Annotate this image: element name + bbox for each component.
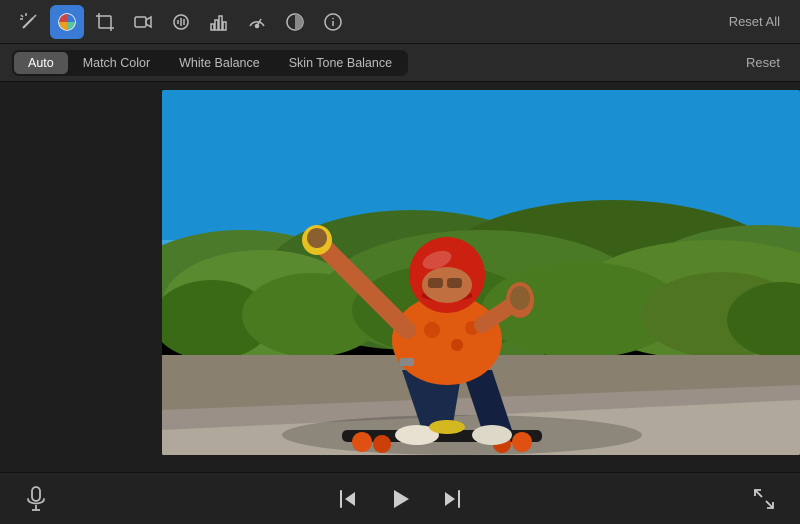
tab-match-color[interactable]: Match Color — [69, 52, 164, 74]
histogram-icon[interactable] — [202, 5, 236, 39]
info-icon[interactable] — [316, 5, 350, 39]
fullscreen-button[interactable] — [748, 483, 780, 515]
color-tab-group: Auto Match Color White Balance Skin Tone… — [12, 50, 408, 76]
color-tabs-row: Auto Match Color White Balance Skin Tone… — [0, 44, 800, 82]
main-toolbar: Reset All — [0, 0, 800, 44]
color-wheel-icon[interactable] — [50, 5, 84, 39]
magic-wand-icon[interactable] — [12, 5, 46, 39]
skip-to-start-button[interactable] — [332, 483, 364, 515]
tab-white-balance[interactable]: White Balance — [165, 52, 274, 74]
playback-controls — [332, 483, 468, 515]
tab-skin-tone-balance[interactable]: Skin Tone Balance — [275, 52, 406, 74]
audio-icon[interactable] — [164, 5, 198, 39]
bottom-right-controls — [748, 483, 780, 515]
reset-button[interactable]: Reset — [738, 51, 788, 74]
filter-icon[interactable] — [278, 5, 312, 39]
tab-auto[interactable]: Auto — [14, 52, 68, 74]
skip-to-end-button[interactable] — [436, 483, 468, 515]
toolbar-icon-group — [12, 5, 721, 39]
microphone-button[interactable] — [20, 483, 52, 515]
camera-video-icon[interactable] — [126, 5, 160, 39]
play-button[interactable] — [384, 483, 416, 515]
video-player — [162, 90, 800, 455]
reset-all-button[interactable]: Reset All — [721, 10, 788, 33]
bottom-left-controls — [20, 483, 52, 515]
bottom-controls — [0, 472, 800, 524]
speedometer-icon[interactable] — [240, 5, 274, 39]
video-frame — [162, 90, 800, 455]
crop-icon[interactable] — [88, 5, 122, 39]
